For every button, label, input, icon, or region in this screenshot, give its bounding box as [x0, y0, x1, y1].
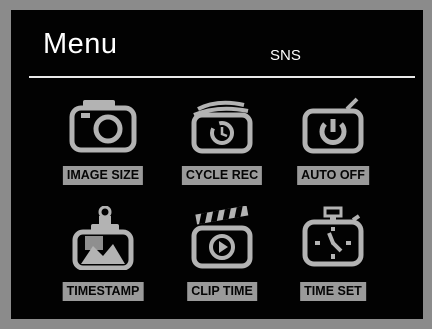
- menu-item-image-size[interactable]: IMAGE SIZE: [53, 97, 153, 197]
- menu-item-time-set[interactable]: TIME SET: [283, 206, 383, 306]
- camera-icon: [69, 100, 137, 153]
- clock-icon: [302, 206, 364, 267]
- device-frame: Menu SNS IMAGE SIZE CYCLE REC AUTO OFF T…: [0, 0, 432, 329]
- clip-time-icon: [191, 206, 253, 269]
- menu-item-label: CYCLE REC: [181, 166, 263, 185]
- menu-item-cycle-rec[interactable]: CYCLE REC: [172, 97, 272, 197]
- menu-subtitle: SNS: [270, 47, 301, 64]
- timestamp-icon: [72, 206, 134, 270]
- menu-item-label: AUTO OFF: [297, 166, 369, 185]
- menu-item-auto-off[interactable]: AUTO OFF: [283, 97, 383, 197]
- menu-item-label: TIMESTAMP: [62, 282, 144, 301]
- menu-item-clip-time[interactable]: CLIP TIME: [172, 206, 272, 306]
- menu-item-label: IMAGE SIZE: [62, 166, 144, 185]
- header-divider: [29, 76, 415, 78]
- menu-item-label: TIME SET: [300, 282, 366, 301]
- menu-title: Menu: [43, 28, 118, 60]
- menu-item-timestamp[interactable]: TIMESTAMP: [53, 206, 153, 306]
- menu-item-label: CLIP TIME: [187, 282, 257, 301]
- power-icon: [302, 97, 364, 154]
- cycle-rec-icon: [191, 100, 253, 154]
